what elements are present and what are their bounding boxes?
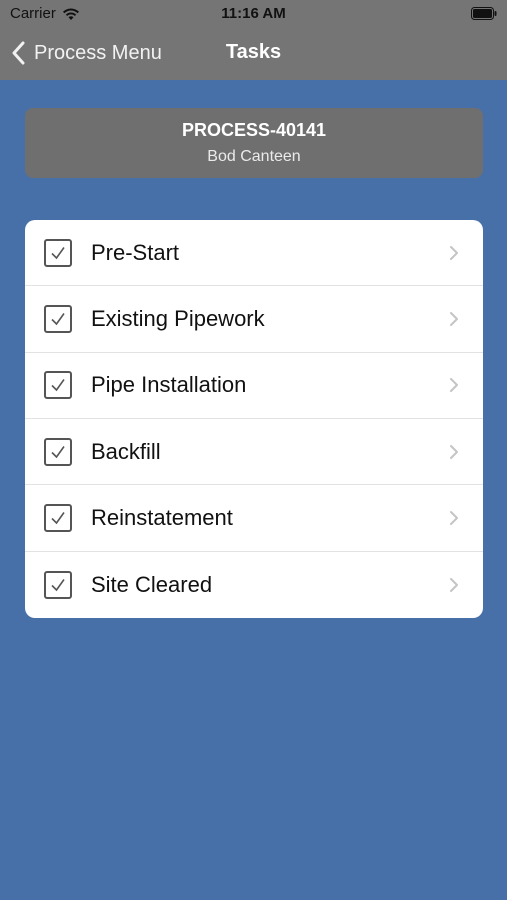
task-row-reinstatement[interactable]: Reinstatement	[25, 485, 483, 552]
checkbox-checked-icon[interactable]	[44, 371, 72, 400]
chevron-right-icon	[450, 378, 458, 393]
task-label: Site Cleared	[91, 571, 213, 597]
status-bar: Carrier 11:16 AM	[0, 0, 507, 28]
task-row-site-cleared[interactable]: Site Cleared	[25, 552, 483, 618]
process-id: PROCESS-40141	[181, 120, 327, 140]
checkbox-checked-icon[interactable]	[44, 503, 72, 532]
task-row-pipe-installation[interactable]: Pipe Installation	[25, 353, 483, 419]
task-label: Pipe Installation	[91, 372, 247, 398]
checkbox-checked-icon[interactable]	[44, 304, 72, 333]
chevron-right-icon	[450, 311, 458, 326]
task-list: Pre-Start Existing Pipework Pipe Install…	[25, 220, 483, 618]
task-label: Reinstatement	[91, 504, 233, 530]
checkbox-checked-icon[interactable]	[44, 238, 72, 267]
process-header-card: PROCESS-40141 Bod Canteen	[25, 108, 483, 178]
chevron-right-icon	[450, 444, 458, 459]
chevron-right-icon	[450, 245, 458, 260]
top-bar: Carrier 11:16 AM Process Menu Tasks	[0, 0, 507, 80]
task-row-backfill[interactable]: Backfill	[25, 419, 483, 486]
checkbox-checked-icon[interactable]	[44, 437, 72, 466]
task-row-existing-pipework[interactable]: Existing Pipework	[25, 286, 483, 353]
page-title: Tasks	[225, 41, 282, 63]
task-label: Pre-Start	[91, 239, 180, 265]
chevron-right-icon	[450, 577, 458, 592]
navigation-bar: Process Menu Tasks	[0, 28, 507, 80]
task-label: Existing Pipework	[91, 305, 265, 331]
status-time: 11:16 AM	[221, 5, 286, 22]
task-label: Backfill	[91, 438, 161, 464]
task-row-pre-start[interactable]: Pre-Start	[25, 220, 483, 287]
battery-icon	[471, 7, 497, 20]
process-name: Bod Canteen	[207, 148, 301, 165]
chevron-right-icon	[450, 510, 458, 525]
checkbox-checked-icon[interactable]	[44, 570, 72, 599]
